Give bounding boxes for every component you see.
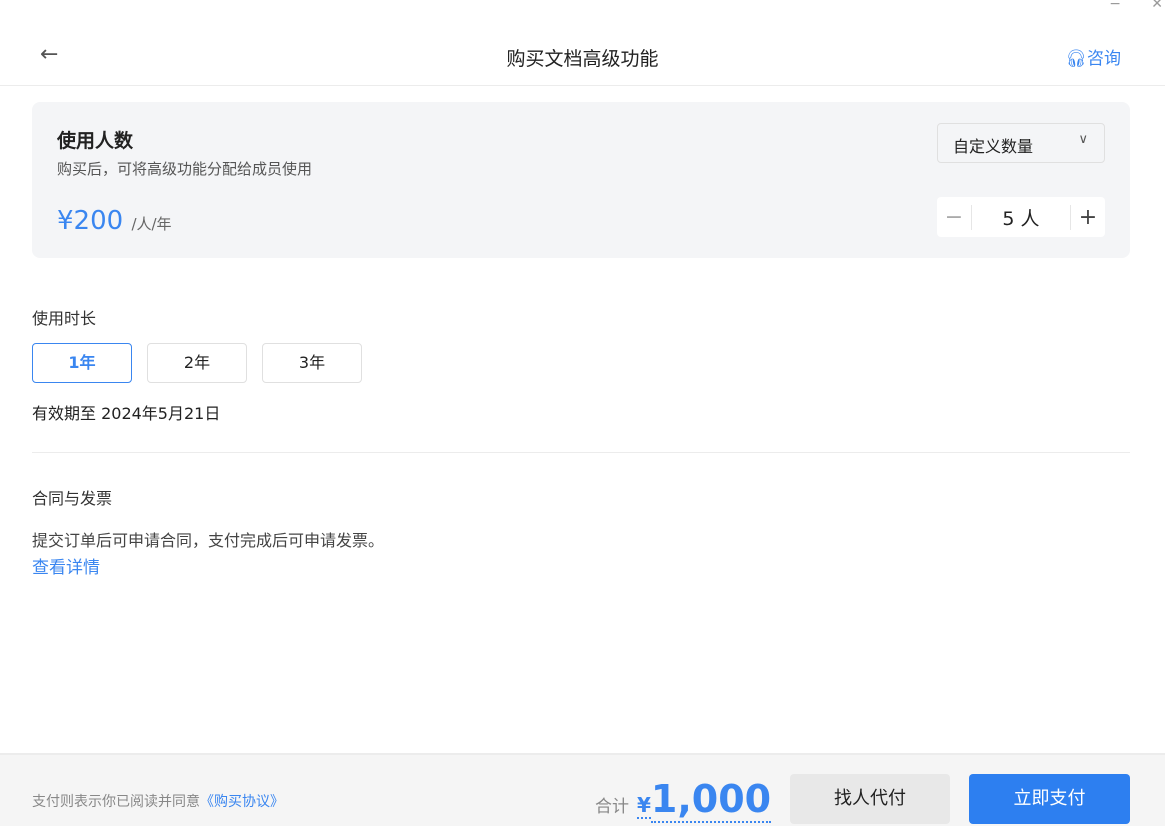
currency: ¥ [637, 793, 651, 819]
contract-label: 合同与发票 [32, 489, 113, 508]
total-amount[interactable]: 1,000 [650, 777, 772, 823]
unit-price: ¥200 /人/年 [57, 206, 172, 236]
consult-label: 咨询 [1087, 49, 1121, 69]
quantity-stepper[interactable]: − 5 人 + [937, 197, 1105, 237]
seats-card: 使用人数 购买后，可将高级功能分配给成员使用 ¥200 /人/年 自定义数量 ∨ … [32, 102, 1130, 258]
pay-now-button[interactable]: 立即支付 [969, 774, 1130, 824]
duration-label: 使用时长 [32, 309, 97, 328]
total-label: 合计 [595, 797, 629, 817]
total: 合计 ¥1,000 [595, 777, 772, 823]
duration-option-1y[interactable]: 1年 [32, 343, 132, 383]
headset-icon: 🎧︎ [1065, 49, 1087, 69]
divider [32, 452, 1130, 453]
proxy-pay-button[interactable]: 找人代付 [790, 774, 950, 824]
price-unit: /人/年 [131, 215, 172, 233]
seats-title: 使用人数 [57, 130, 134, 152]
quantity-value[interactable]: 5 人 [972, 204, 1070, 231]
quantity-select[interactable]: 自定义数量 ∨ [937, 123, 1105, 163]
duration-option-3y[interactable]: 3年 [262, 343, 362, 383]
seats-subtitle: 购买后，可将高级功能分配给成员使用 [57, 160, 313, 178]
consult-button[interactable]: 🎧︎咨询 [1065, 44, 1121, 69]
expiry-date: 有效期至 2024年5月21日 [32, 404, 221, 423]
contract-text: 提交订单后可申请合同，支付完成后可申请发票。 [32, 531, 385, 550]
price-value: ¥200 [57, 206, 124, 236]
header: ← 购买文档高级功能 🎧︎咨询 [0, 30, 1165, 86]
minimize-button[interactable]: − [1109, 0, 1121, 12]
footer: 支付则表示你已阅读并同意《购买协议》 合计 ¥1,000 找人代付 立即支付 [0, 753, 1165, 826]
decrement-button[interactable]: − [937, 204, 972, 230]
duration-option-2y[interactable]: 2年 [147, 343, 247, 383]
select-value: 自定义数量 [953, 137, 1034, 156]
agree-text: 支付则表示你已阅读并同意 [32, 794, 200, 810]
agreement-text: 支付则表示你已阅读并同意《购买协议》 [32, 791, 284, 811]
view-details-link[interactable]: 查看详情 [32, 553, 100, 578]
agreement-link[interactable]: 《购买协议》 [200, 794, 284, 810]
chevron-down-icon: ∨ [1078, 132, 1088, 147]
page-title: 购买文档高级功能 [506, 48, 659, 70]
close-button[interactable]: ✕ [1151, 0, 1163, 12]
increment-button[interactable]: + [1070, 204, 1105, 230]
